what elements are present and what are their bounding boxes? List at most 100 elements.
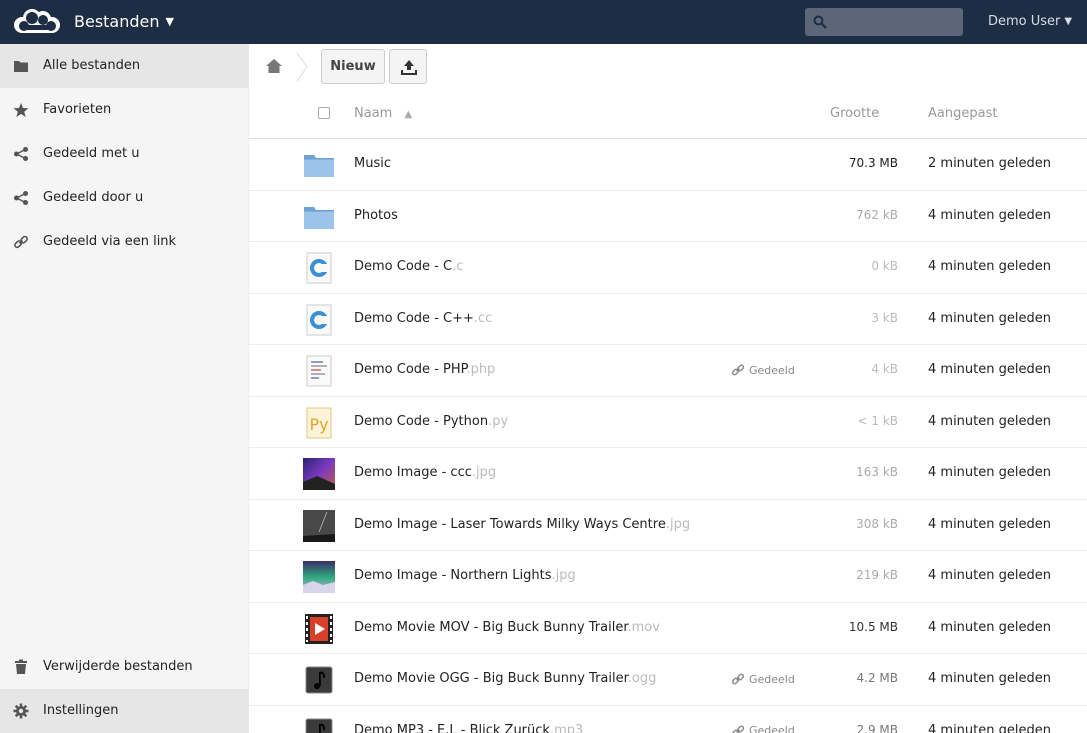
sidebar-item-shared-with-you[interactable]: Gedeeld met u — [0, 132, 249, 176]
file-row[interactable]: Demo Code - PHP.php Gedeeld 4 kB 4 minuten … — [249, 345, 1087, 397]
shared-indicator[interactable]: Gedeeld — [731, 724, 795, 733]
audio-file-icon — [303, 716, 335, 733]
file-row[interactable]: Photos 762 kB 4 minuten geleden — [249, 191, 1087, 242]
file-name[interactable]: Demo Code - Python.py — [354, 414, 508, 429]
file-size: 3 kB — [871, 310, 898, 325]
file-modified: 4 minuten geleden — [928, 207, 1051, 223]
select-all-checkbox[interactable] — [318, 107, 330, 119]
file-name[interactable]: Photos — [354, 208, 398, 223]
python-file-icon: Py — [303, 407, 335, 439]
home-icon[interactable] — [265, 58, 283, 74]
gear-icon — [13, 703, 29, 719]
file-row[interactable]: Music 70.3 MB 2 minuten geleden — [249, 139, 1087, 191]
shared-indicator[interactable]: Gedeeld — [731, 672, 795, 686]
image-thumbnail-icon — [303, 561, 335, 593]
file-extension: .cc — [473, 310, 493, 326]
sidebar-item-shared-by-you[interactable]: Gedeeld door u — [0, 176, 249, 220]
file-row[interactable]: Demo Movie MOV - Big Buck Bunny Trailer.… — [249, 603, 1087, 654]
breadcrumb-separator — [296, 52, 308, 82]
controls-bar: Nieuw — [249, 44, 1087, 88]
link-icon — [731, 725, 745, 733]
file-size: 70.3 MB — [848, 156, 898, 170]
file-row[interactable]: Demo Code - C++.cc 3 kB 4 minuten geleden — [249, 294, 1087, 345]
file-size: 4.2 MB — [856, 671, 898, 685]
sidebar-item-label: Instellingen — [43, 703, 119, 718]
file-row[interactable]: Demo MP3 - E.L - Blick Zurück.mp3 Gedeeld… — [249, 706, 1087, 733]
owncloud-logo-icon[interactable] — [10, 6, 62, 36]
file-modified: 4 minuten geleden — [928, 671, 1051, 686]
file-row[interactable]: Demo Code - C.c 0 kB 4 minuten geleden — [249, 242, 1087, 294]
file-modified: 4 minuten geleden — [928, 722, 1051, 733]
image-thumbnail-icon — [303, 509, 335, 542]
file-name[interactable]: Demo Image - Northern Lights.jpg — [354, 568, 576, 583]
search-input[interactable] — [805, 8, 963, 36]
c-source-file-icon — [303, 304, 335, 336]
file-size: 762 kB — [856, 207, 898, 222]
sidebar-item-all-files[interactable]: Alle bestanden — [0, 44, 249, 88]
file-basename: Demo Code - C++ — [354, 310, 474, 326]
sidebar-item-favorites[interactable]: Favorieten — [0, 88, 249, 132]
upload-button[interactable] — [389, 49, 427, 84]
search-icon — [813, 15, 827, 29]
file-basename: Demo Movie MOV - Big Buck Bunny Trailer — [354, 619, 628, 635]
share-icon — [14, 147, 28, 161]
file-name[interactable]: Demo Code - PHP.php — [354, 362, 495, 377]
file-modified: 2 minuten geleden — [928, 156, 1051, 171]
file-modified: 4 minuten geleden — [928, 465, 1051, 480]
column-header-name[interactable]: Naam ▲ — [354, 106, 412, 121]
file-name[interactable]: Music — [354, 156, 391, 171]
file-name[interactable]: Demo Code - C++.cc — [354, 311, 492, 326]
file-basename: Demo Image - ccc — [354, 465, 472, 480]
file-name[interactable]: Demo Movie OGG - Big Buck Bunny Trailer.… — [354, 671, 656, 686]
app-menu-toggle[interactable]: Bestanden ▼ — [74, 12, 174, 31]
sidebar-item-shared-via-link[interactable]: Gedeeld via een link — [0, 220, 249, 264]
new-button[interactable]: Nieuw — [321, 49, 385, 84]
sidebar-item-label: Gedeeld met u — [43, 146, 140, 161]
file-name[interactable]: Demo Image - Laser Towards Milky Ways Ce… — [354, 517, 690, 532]
file-name[interactable]: Demo Code - C.c — [354, 259, 463, 274]
sidebar-item-label: Favorieten — [43, 102, 112, 117]
shared-indicator[interactable]: Gedeeld — [731, 363, 795, 377]
file-row[interactable]: Demo Image - Laser Towards Milky Ways Ce… — [249, 500, 1087, 551]
file-modified: 4 minuten geleden — [928, 568, 1051, 583]
c-source-file-icon — [303, 252, 335, 284]
user-menu[interactable]: Demo User ▼ — [988, 14, 1072, 29]
file-basename: Music — [354, 156, 391, 171]
file-table-header: Naam ▲ Grootte Aangepast — [249, 88, 1087, 139]
file-basename: Demo Code - Python — [354, 413, 489, 429]
sidebar-item-label: Gedeeld door u — [43, 190, 144, 205]
file-extension: .c — [452, 259, 464, 274]
file-row[interactable]: Demo Movie OGG - Big Buck Bunny Trailer.… — [249, 654, 1087, 706]
file-size: 219 kB — [856, 568, 898, 582]
file-extension: .jpg — [551, 568, 576, 583]
file-name[interactable]: Demo Image - ccc.jpg — [354, 465, 496, 480]
file-row[interactable]: Py Demo Code - Python.py < 1 kB 4 minuten g… — [249, 397, 1087, 448]
app-title: Bestanden — [74, 12, 160, 31]
sidebar-item-label: Alle bestanden — [43, 58, 141, 73]
shared-label: Gedeeld — [749, 724, 795, 733]
file-extension: .ogg — [627, 671, 657, 686]
file-extension: .jpg — [471, 465, 497, 480]
file-row[interactable]: Demo Image - ccc.jpg 163 kB 4 minuten gele… — [249, 448, 1087, 500]
file-modified: 4 minuten geleden — [928, 619, 1051, 635]
file-modified: 4 minuten geleden — [928, 259, 1051, 274]
file-extension: .mov — [627, 619, 660, 635]
file-name[interactable]: Demo Movie MOV - Big Buck Bunny Trailer.… — [354, 620, 660, 635]
sidebar-item-settings[interactable]: Instellingen — [0, 689, 249, 733]
folder-icon — [303, 201, 335, 233]
sidebar-item-deleted-files[interactable]: Verwijderde bestanden — [0, 645, 249, 689]
user-name: Demo User — [988, 14, 1061, 29]
file-name[interactable]: Demo MP3 - E.L - Blick Zurück.mp3 — [354, 723, 583, 733]
file-extension: .jpg — [665, 516, 691, 532]
file-basename: Demo Code - C — [354, 259, 453, 274]
file-row[interactable]: Demo Image - Northern Lights.jpg 219 kB 4 … — [249, 551, 1087, 603]
link-icon — [731, 673, 745, 685]
file-list: Music 70.3 MB 2 minuten geleden Photos 762 k… — [249, 139, 1087, 733]
column-header-size[interactable]: Grootte — [830, 106, 879, 121]
file-size: 4 kB — [871, 362, 898, 376]
star-icon — [13, 103, 29, 117]
file-modified: 4 minuten geleden — [928, 310, 1051, 326]
file-basename: Demo Movie OGG - Big Buck Bunny Trailer — [354, 671, 628, 686]
file-size: 10.5 MB — [848, 619, 898, 634]
column-header-modified[interactable]: Aangepast — [928, 106, 997, 121]
